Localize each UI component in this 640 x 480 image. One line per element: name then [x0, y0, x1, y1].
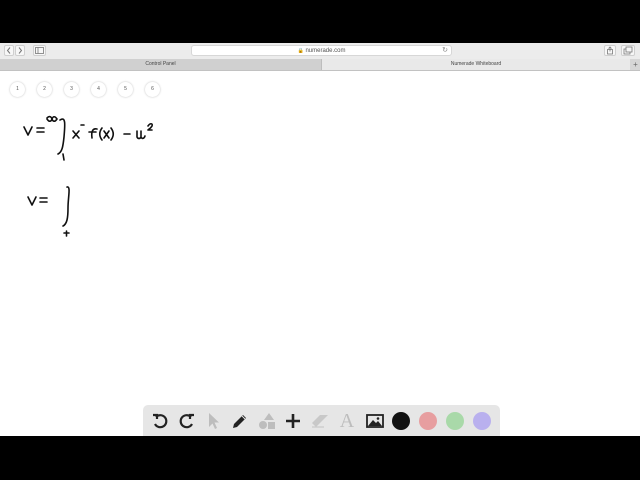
- color-purple-swatch[interactable]: [473, 412, 491, 430]
- browser-tab-bar: Control Panel Numerade Whiteboard +: [0, 59, 640, 71]
- screen: 🔒 numerade.com ↻ Control Panel Numerade …: [0, 43, 640, 436]
- sidebar-button[interactable]: [33, 45, 46, 56]
- share-icon: [607, 46, 613, 55]
- redo-icon[interactable]: [177, 411, 197, 431]
- share-button[interactable]: [604, 45, 616, 56]
- chevron-right-icon: [18, 47, 23, 54]
- color-green-swatch[interactable]: [446, 412, 464, 430]
- tabs-overview-button[interactable]: [621, 45, 635, 56]
- url-bar[interactable]: 🔒 numerade.com ↻: [191, 45, 452, 56]
- handwriting: [23, 115, 153, 237]
- reload-icon[interactable]: ↻: [442, 46, 448, 56]
- sidebar-icon: [35, 47, 44, 54]
- color-pink-swatch[interactable]: [419, 412, 437, 430]
- text-icon[interactable]: A: [337, 411, 357, 431]
- whiteboard-canvas[interactable]: [0, 71, 640, 436]
- tab-numerade-whiteboard[interactable]: Numerade Whiteboard: [322, 59, 630, 70]
- url-text: numerade.com: [305, 48, 346, 54]
- color-black-swatch[interactable]: [392, 412, 410, 430]
- new-tab-button[interactable]: +: [631, 59, 640, 70]
- back-button[interactable]: [4, 45, 14, 56]
- plus-icon[interactable]: [283, 411, 303, 431]
- lock-icon: 🔒: [297, 48, 304, 54]
- forward-button[interactable]: [15, 45, 25, 56]
- select-pointer-icon[interactable]: [203, 411, 223, 431]
- eraser-icon[interactable]: [310, 411, 330, 431]
- image-icon[interactable]: [365, 411, 385, 431]
- browser-toolbar: 🔒 numerade.com ↻: [0, 43, 640, 60]
- chevron-left-icon: [6, 47, 11, 54]
- undo-icon[interactable]: [150, 411, 170, 431]
- pen-icon[interactable]: [230, 411, 250, 431]
- tabs-icon: [623, 46, 633, 55]
- whiteboard-toolbar: A: [143, 405, 500, 436]
- tab-control-panel[interactable]: Control Panel: [0, 59, 322, 70]
- shapes-icon[interactable]: [257, 411, 277, 431]
